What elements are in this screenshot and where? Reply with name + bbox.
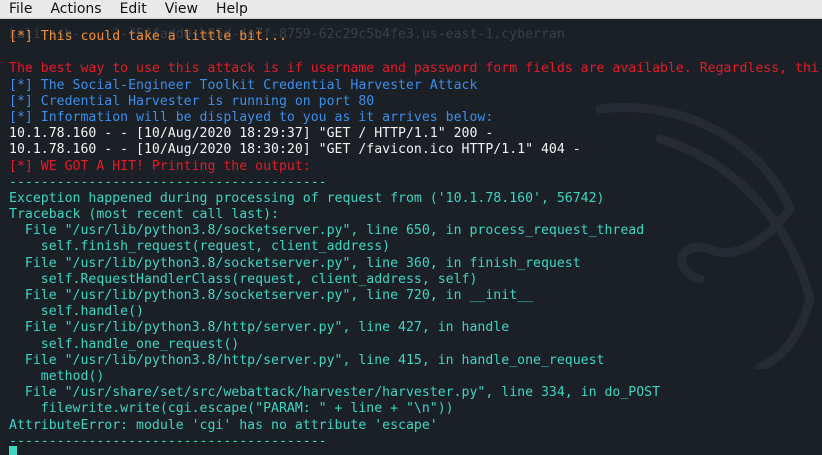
terminal-line: self.RequestHandlerClass(request, client… <box>9 271 478 287</box>
terminal-line: 10.1.78.160 - - [10/Aug/2020 18:29:37] "… <box>9 126 494 142</box>
terminal-line: Traceback (most recent call last): <box>9 207 279 223</box>
terminal-output[interactable]: kali-ssh-...-3-f5ffadd0-b85d-4a7f-8759-6… <box>0 19 822 455</box>
terminal-line: AttributeError: module 'cgi' has no attr… <box>9 417 438 433</box>
terminal-line: File "/usr/share/set/src/webattack/harve… <box>9 385 661 401</box>
terminal-line: [*] The Social-Engineer Toolkit Credenti… <box>9 77 478 93</box>
terminal-line: [*] Information will be displayed to you… <box>9 109 494 125</box>
terminal-line: File "/usr/lib/python3.8/socketserver.py… <box>9 288 534 303</box>
terminal-line: self.finish_request(request, client_addr… <box>9 239 391 255</box>
terminal-line: ---------------------------------------- <box>9 174 327 190</box>
menu-view[interactable]: View <box>165 1 198 18</box>
menu-bar: File Actions Edit View Help <box>0 0 822 19</box>
terminal-line: 10.1.78.160 - - [10/Aug/2020 18:30:20] "… <box>9 142 581 158</box>
menu-file[interactable]: File <box>9 1 32 18</box>
terminal-lines: [*] This could take a little bit... The b… <box>9 29 819 450</box>
terminal-line: filewrite.write(cgi.escape("PARAM: " + l… <box>9 401 454 417</box>
terminal-line: [*] WE GOT A HIT! Printing the output: <box>9 158 311 174</box>
terminal-line: File "/usr/lib/python3.8/socketserver.py… <box>9 223 645 239</box>
terminal-line: method() <box>9 368 105 384</box>
terminal-line: [*] Credential Harvester is running on p… <box>9 93 375 109</box>
terminal-line: File "/usr/lib/python3.8/http/server.py"… <box>9 320 510 336</box>
terminal-line: File "/usr/lib/python3.8/socketserver.py… <box>9 255 581 271</box>
terminal-line: ---------------------------------------- <box>9 433 327 449</box>
terminal-cursor-icon <box>9 446 17 455</box>
menu-actions[interactable]: Actions <box>50 1 101 18</box>
terminal-line: self.handle_one_request() <box>9 336 240 352</box>
terminal-line: The best way to use this attack is if us… <box>9 61 819 77</box>
terminal-line: [*] This could take a little bit... <box>9 29 287 44</box>
terminal-line: File "/usr/lib/python3.8/http/server.py"… <box>9 352 605 368</box>
menu-help[interactable]: Help <box>216 1 248 18</box>
terminal-line: Exception happened during processing of … <box>9 190 605 206</box>
terminal-line: self.handle() <box>9 304 144 320</box>
menu-edit[interactable]: Edit <box>120 1 147 18</box>
